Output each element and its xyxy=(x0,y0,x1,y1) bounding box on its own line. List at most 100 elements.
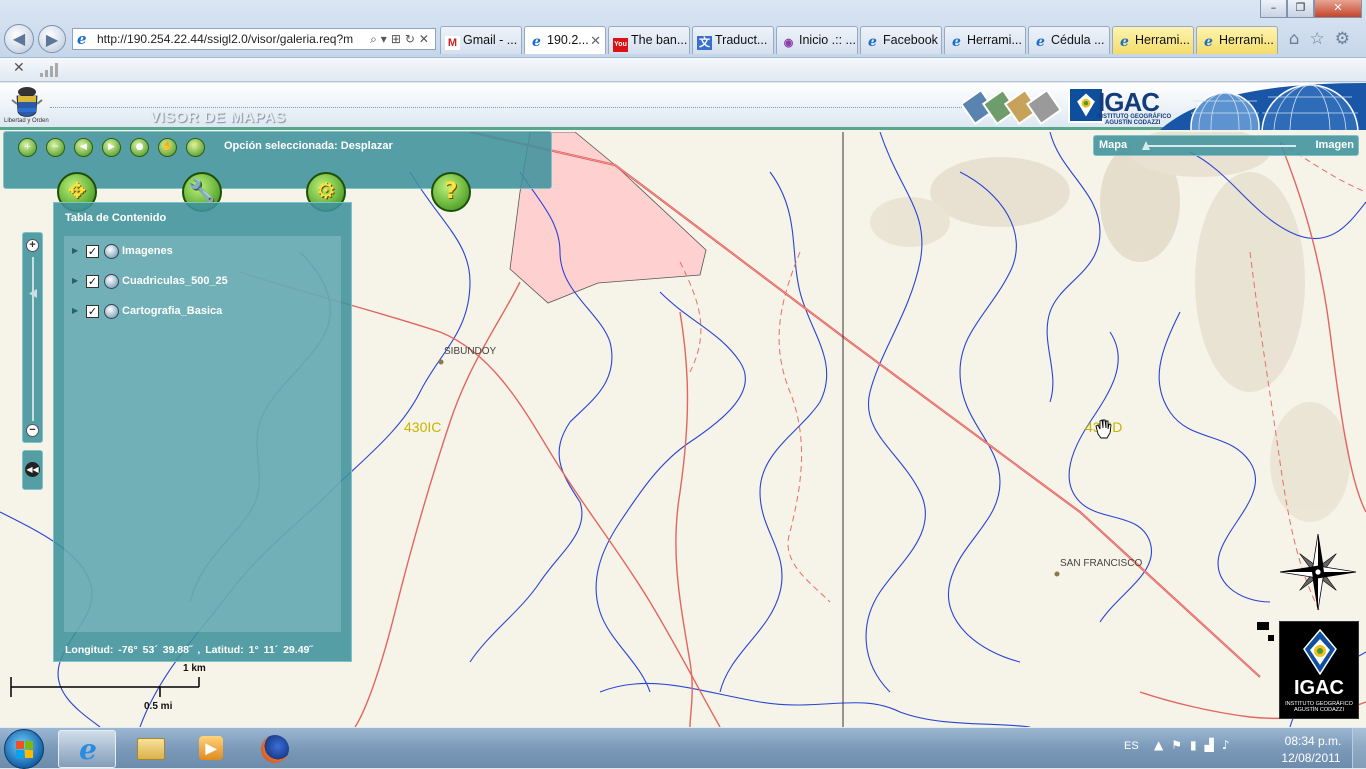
internet-explorer-icon: e xyxy=(79,733,97,766)
help-menu-button[interactable]: ? xyxy=(431,172,471,212)
tray-arrow-icon[interactable]: ▲ xyxy=(1154,738,1171,752)
map-tiles-decoration-icon xyxy=(962,88,1063,126)
zoom-out-button[interactable]: − xyxy=(26,424,39,437)
layer-checkbox[interactable]: ✓ xyxy=(86,275,99,288)
close-window-button[interactable]: ✕ xyxy=(1314,0,1362,18)
favorites-star-icon[interactable]: ☆ xyxy=(1310,29,1335,49)
browser-tab-2[interactable]: You The ban... xyxy=(608,26,690,54)
show-desktop-button[interactable] xyxy=(1352,728,1366,768)
start-button[interactable] xyxy=(4,729,44,769)
pan-tool-icon[interactable]: ✋ xyxy=(158,138,177,157)
rewind-icon: ◀◀ xyxy=(25,462,40,477)
address-tools-icon[interactable]: ⌕▾⊞↻✕ xyxy=(366,29,433,49)
layer-name: Cuadriculas_500_25 xyxy=(122,275,228,287)
browser-title-bar: – ❐ ✕ ◀ ▶ e http://190.254.22.44/ssigl2.… xyxy=(0,0,1366,58)
browser-tab-9[interactable]: e Herrami... xyxy=(1196,26,1278,54)
taskbar-internet-explorer[interactable]: e xyxy=(58,730,116,768)
zoom-slider[interactable]: + − xyxy=(22,232,43,443)
address-url: http://190.254.22.44/ssigl2.0/visor/gale… xyxy=(97,32,354,46)
tab-strip: M Gmail - ... e 190.2... ✕ You The ban... 文 Trad… xyxy=(440,26,1280,54)
scale-bar-graphic xyxy=(10,677,200,697)
back-extent-tool-icon[interactable]: ◀ xyxy=(74,138,93,157)
maximize-button[interactable]: ❐ xyxy=(1287,0,1314,18)
forward-button[interactable]: ▶ xyxy=(38,25,66,53)
browser-tab-1[interactable]: e 190.2... ✕ xyxy=(524,26,606,54)
browser-tab-3[interactable]: 文 Traduct... xyxy=(692,26,774,54)
browser-tab-8[interactable]: e Herrami... xyxy=(1112,26,1194,54)
table-of-contents-panel: Tabla de Contenido ▶ ✓ Imagenes ▶ ✓ Cuad… xyxy=(53,202,352,662)
scale-mi-label: 0.5 mi xyxy=(144,701,173,712)
back-button[interactable]: ◀ xyxy=(4,24,34,54)
browser-tab-6[interactable]: e Herrami... xyxy=(944,26,1026,54)
expand-arrow-icon[interactable]: ▶ xyxy=(72,246,78,255)
expand-arrow-icon[interactable]: ▶ xyxy=(72,276,78,285)
network-icon[interactable]: ▟ xyxy=(1205,738,1222,752)
clock-time[interactable]: 08:34 p.m. xyxy=(1283,734,1343,748)
grid-label-430ic: 430IC xyxy=(404,419,441,435)
slider-track[interactable] xyxy=(1146,145,1296,147)
browser-right-icons: ⌂☆⚙ xyxy=(1289,29,1360,49)
browser-tab-4[interactable]: ◉ Inicio .:: ... xyxy=(776,26,858,54)
taskbar-media-player[interactable]: ▶ xyxy=(182,730,240,768)
layer-list: ▶ ✓ Imagenes ▶ ✓ Cuadriculas_500_25 ▶ ✓ … xyxy=(64,236,341,632)
igac-logo-subtitle: INSTITUTO GEOGRÁFICO AGUSTÍN CODAZZI xyxy=(1280,701,1358,713)
browser-tab-7[interactable]: e Cédula ... xyxy=(1028,26,1110,54)
header-divider xyxy=(50,107,970,108)
volume-icon[interactable]: ♪ xyxy=(1222,738,1238,752)
tab-label: Herrami... xyxy=(1219,33,1274,47)
north-arrow-compass-icon xyxy=(1279,533,1357,611)
expand-arrow-icon[interactable]: ▶ xyxy=(72,306,78,315)
layer-checkbox[interactable]: ✓ xyxy=(86,245,99,258)
igac-logo: IGAC INSTITUTO GEOGRÁFICO AGUSTÍN CODAZZ… xyxy=(1279,621,1359,719)
layer-globe-icon xyxy=(104,304,119,319)
clock-date[interactable]: 12/08/2011 xyxy=(1278,751,1344,765)
settings-gear-icon[interactable]: ⚙ xyxy=(1335,29,1360,49)
battery-icon[interactable]: ▮ xyxy=(1190,738,1205,752)
home-icon[interactable]: ⌂ xyxy=(1289,29,1310,49)
scale-bar: 1 km 0.5 mi xyxy=(10,661,210,713)
ie-page-icon: e xyxy=(1036,34,1045,50)
ie-page-icon: e xyxy=(952,34,961,50)
cursor-coordinates: Longitud: -76° 53´ 39.88˝ , Latitud: 1° … xyxy=(65,644,313,656)
windows-logo-icon xyxy=(16,741,24,749)
language-indicator[interactable]: ES xyxy=(1124,740,1139,752)
browser-tab-5[interactable]: e Facebook xyxy=(860,26,942,54)
feature-marker xyxy=(1257,622,1269,630)
page-header: Libertad y Orden VISOR DE MAPAS IGAC INS… xyxy=(0,83,1366,130)
taskbar-file-explorer[interactable] xyxy=(122,730,180,768)
system-tray-icons[interactable]: ▲⚑▮▟♪ xyxy=(1154,738,1238,752)
web-page: SIBUNDOY SAN FRANCISCO 430IC 430ID Liber… xyxy=(0,83,1366,727)
layer-globe-icon xyxy=(104,244,119,259)
windows-taskbar: e ▶ ES ▲⚑▮▟♪ 08:34 p.m. 12/08/2011 xyxy=(0,727,1366,769)
zoom-in-button[interactable]: + xyxy=(26,239,39,252)
close-tab-icon[interactable]: ✕ xyxy=(590,27,601,54)
layer-name: Cartografia_Basica xyxy=(122,305,223,317)
tab-label: Cédula ... xyxy=(1051,33,1105,47)
tab-label: Herrami... xyxy=(1135,33,1190,47)
zoom-out-tool-icon[interactable]: − xyxy=(46,138,65,157)
youtube-icon: You xyxy=(613,38,628,52)
layer-checkbox[interactable]: ✓ xyxy=(86,305,99,318)
full-extent-tool-icon[interactable]: ● xyxy=(130,138,149,157)
flag-icon[interactable]: ⚑ xyxy=(1171,738,1190,752)
feature-marker xyxy=(1268,635,1274,641)
close-bar-icon[interactable]: ✕ xyxy=(13,60,25,76)
map-image-slider[interactable]: Mapa Imagen xyxy=(1093,135,1359,156)
tab-label: Facebook xyxy=(883,33,938,47)
scale-km-label: 1 km xyxy=(183,663,206,674)
collapse-panel-button[interactable]: ◀◀ xyxy=(22,450,43,490)
browser-tab-0[interactable]: M Gmail - ... xyxy=(440,26,522,54)
minimize-button[interactable]: – xyxy=(1260,0,1287,18)
help-tool-icon[interactable]: ? xyxy=(186,138,205,157)
taskbar-firefox[interactable] xyxy=(246,730,304,768)
address-bar[interactable]: e http://190.254.22.44/ssigl2.0/visor/ga… xyxy=(72,28,436,50)
selected-tool-status: Opción seleccionada: Desplazar xyxy=(224,140,393,152)
signal-bars-icon xyxy=(40,63,58,77)
forward-extent-tool-icon[interactable]: ▶ xyxy=(102,138,121,157)
tab-label: 190.2... xyxy=(547,33,589,47)
page-icon: ◉ xyxy=(783,37,794,49)
zoom-in-tool-icon[interactable]: + xyxy=(18,138,37,157)
zoom-track[interactable] xyxy=(32,257,34,421)
tab-label: Inicio .:: ... xyxy=(799,33,856,47)
gmail-icon: M xyxy=(445,36,460,50)
